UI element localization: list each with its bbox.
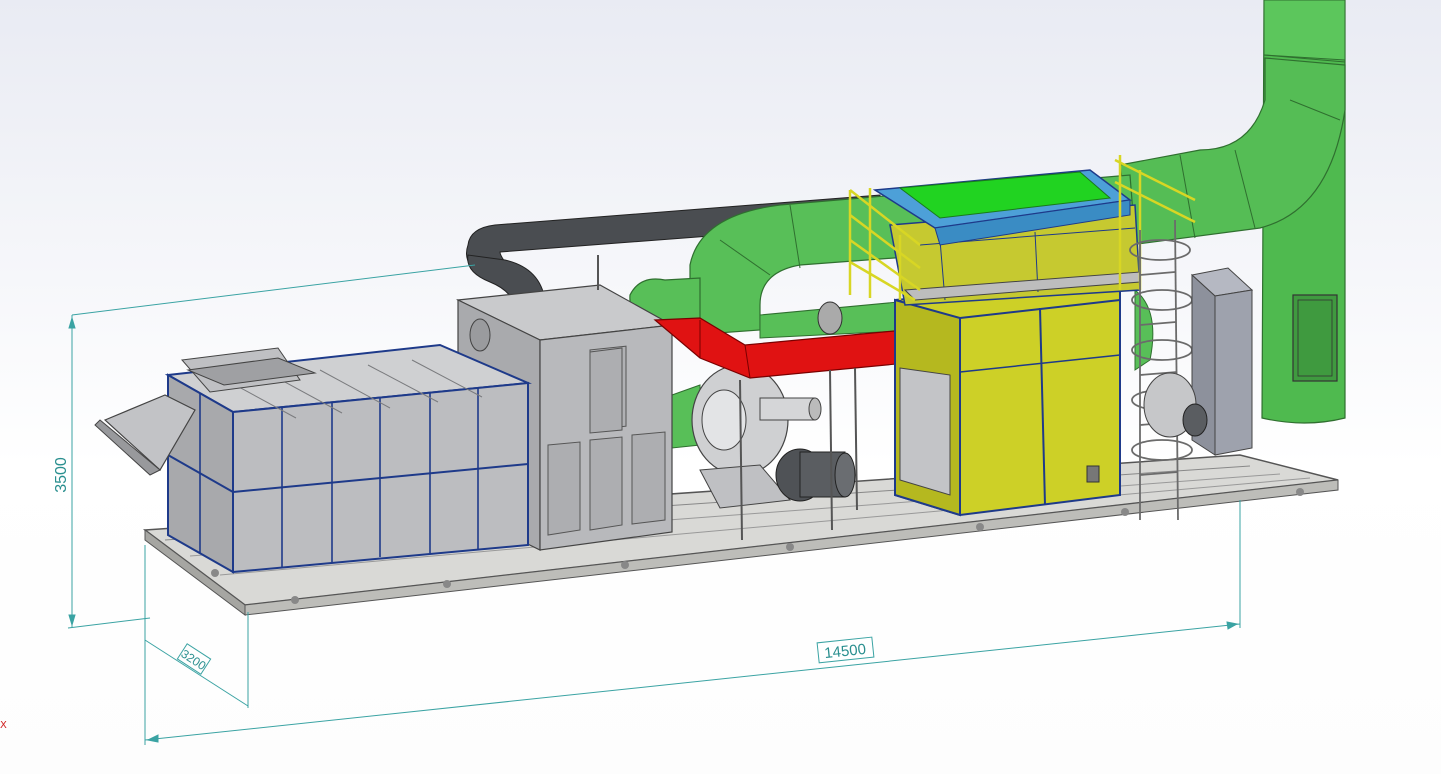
dimension-width: 3200 [176, 643, 212, 675]
svg-text:3500: 3500 [53, 457, 70, 493]
axis-indicator: X [0, 720, 7, 731]
equipment-drawing: 3500 3200 14500 [53, 0, 1346, 745]
dimension-length: 14500 [816, 636, 875, 664]
dimension-height: 3500 [53, 457, 70, 493]
